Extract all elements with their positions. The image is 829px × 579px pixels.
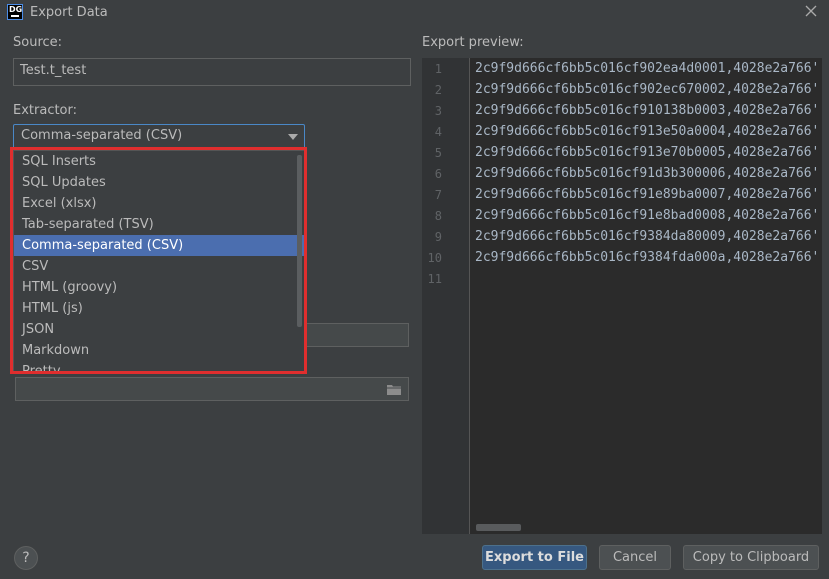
preview-line: 2c9f9d666cf6bb5c016cf910138b0003,4028e2a… — [475, 103, 820, 118]
line-number: 10 — [427, 251, 442, 265]
line-number: 3 — [434, 104, 442, 118]
copy-to-clipboard-button[interactable]: Copy to Clipboard — [683, 545, 819, 570]
preview-line: 2c9f9d666cf6bb5c016cf91d3b300006,4028e2a… — [475, 166, 820, 181]
export-to-file-button[interactable]: Export to File — [482, 545, 587, 570]
cancel-button[interactable]: Cancel — [599, 545, 671, 570]
help-button[interactable]: ? — [14, 546, 38, 570]
line-number: 8 — [434, 209, 442, 223]
horizontal-scrollbar[interactable] — [476, 524, 521, 531]
preview-line: 2c9f9d666cf6bb5c016cf9384fda000a,4028e2a… — [475, 250, 820, 265]
line-number: 7 — [434, 188, 442, 202]
title-bar: DG Export Data — [0, 0, 829, 26]
line-number: 11 — [427, 272, 442, 286]
extractor-selected-value: Comma-separated (CSV) — [21, 128, 183, 143]
line-number: 1 — [434, 62, 442, 76]
export-preview[interactable]: 1 2 3 4 5 6 7 8 9 10 11 2c9f9d666cf6bb5c… — [422, 58, 822, 534]
source-field[interactable]: Test.t_test — [13, 58, 411, 86]
output-directory-field[interactable] — [15, 377, 409, 401]
source-value: Test.t_test — [20, 63, 87, 78]
preview-line: 2c9f9d666cf6bb5c016cf902ea4d0001,4028e2a… — [475, 61, 820, 76]
line-number: 5 — [434, 146, 442, 160]
preview-line: 2c9f9d666cf6bb5c016cf91e89ba0007,4028e2a… — [475, 187, 820, 202]
preview-line: 2c9f9d666cf6bb5c016cf9384da80009,4028e2a… — [475, 229, 820, 244]
chevron-down-icon[interactable] — [288, 134, 298, 140]
preview-line: 2c9f9d666cf6bb5c016cf913e50a0004,4028e2a… — [475, 124, 820, 139]
extractor-label: Extractor: — [13, 103, 78, 118]
line-number: 2 — [434, 83, 442, 97]
extractor-select[interactable]: Comma-separated (CSV) — [13, 124, 305, 149]
close-icon[interactable] — [803, 3, 819, 19]
line-number: 9 — [434, 230, 442, 244]
app-logo-icon: DG — [7, 4, 23, 20]
line-number: 6 — [434, 167, 442, 181]
line-number-gutter: 1 2 3 4 5 6 7 8 9 10 11 — [422, 58, 470, 534]
preview-line: 2c9f9d666cf6bb5c016cf913e70b0005,4028e2a… — [475, 145, 820, 160]
preview-line: 2c9f9d666cf6bb5c016cf91e8bad0008,4028e2a… — [475, 208, 820, 223]
line-number: 4 — [434, 125, 442, 139]
highlight-frame — [10, 147, 307, 374]
folder-icon[interactable] — [387, 384, 401, 395]
source-label: Source: — [13, 35, 63, 50]
window-title: Export Data — [30, 5, 108, 20]
preview-label: Export preview: — [422, 35, 524, 50]
preview-line: 2c9f9d666cf6bb5c016cf902ec670002,4028e2a… — [475, 82, 820, 97]
